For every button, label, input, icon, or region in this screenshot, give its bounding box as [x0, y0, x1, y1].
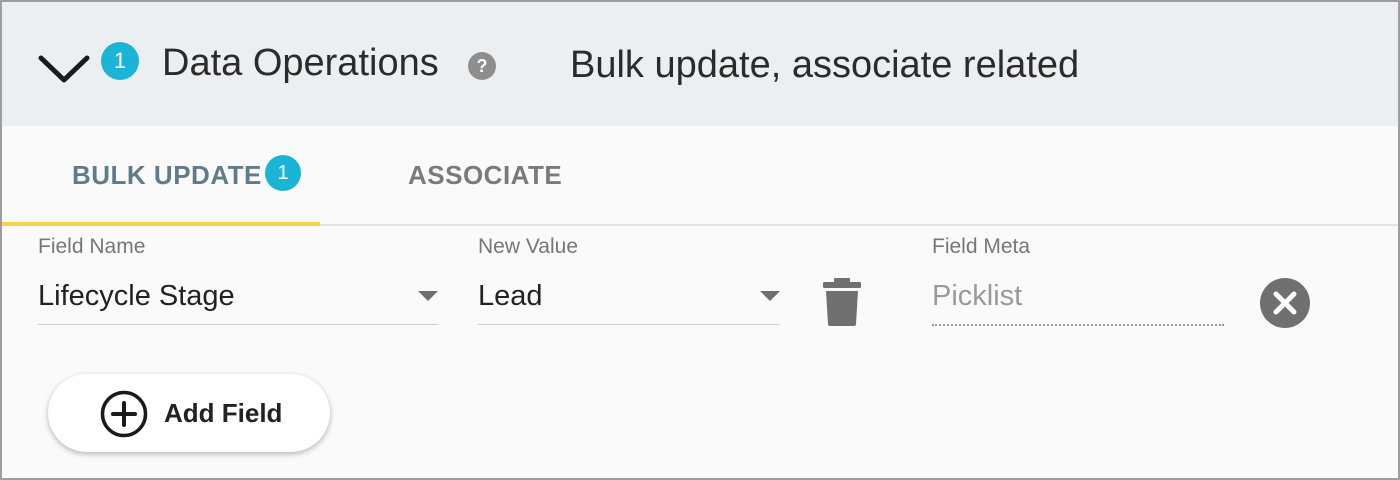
help-icon[interactable]: ?: [468, 52, 496, 80]
field-meta-field: Picklist: [932, 278, 1224, 326]
chevron-down-icon[interactable]: [36, 46, 92, 86]
tab-bulk-update[interactable]: BULK UPDATE 1: [2, 126, 320, 226]
operations-count-badge: 1: [101, 42, 139, 80]
panel-title: Data Operations: [162, 42, 439, 84]
tab-associate[interactable]: ASSOCIATE: [382, 126, 582, 224]
plus-circle-icon: [100, 390, 148, 438]
new-value-select[interactable]: Lead: [478, 278, 780, 325]
data-operations-panel: 1 Data Operations ? Bulk update, associa…: [0, 0, 1400, 480]
field-meta-value: Picklist: [932, 280, 1023, 312]
tab-bulk-update-label: BULK UPDATE: [72, 160, 262, 190]
field-meta-label: Field Meta: [932, 235, 1031, 258]
panel-header[interactable]: 1 Data Operations ? Bulk update, associa…: [2, 2, 1398, 126]
field-name-value: Lifecycle Stage: [38, 280, 235, 312]
tab-associate-label: ASSOCIATE: [408, 160, 563, 190]
field-name-label: Field Name: [38, 235, 146, 258]
caret-down-icon: [418, 291, 438, 301]
active-tab-indicator: [2, 222, 320, 226]
add-field-button[interactable]: Add Field: [48, 374, 330, 452]
trash-icon[interactable]: [822, 278, 862, 326]
operation-tabs: BULK UPDATE 1 ASSOCIATE: [2, 126, 1398, 226]
new-value-value: Lead: [478, 280, 543, 312]
new-value-label: New Value: [478, 235, 578, 258]
remove-row-button[interactable]: [1260, 278, 1310, 328]
close-icon: [1273, 291, 1297, 315]
tab-bulk-update-badge: 1: [265, 155, 301, 191]
add-field-label: Add Field: [164, 398, 283, 428]
caret-down-icon: [760, 291, 780, 301]
field-name-select[interactable]: Lifecycle Stage: [38, 278, 438, 325]
panel-description: Bulk update, associate related: [570, 44, 1080, 86]
